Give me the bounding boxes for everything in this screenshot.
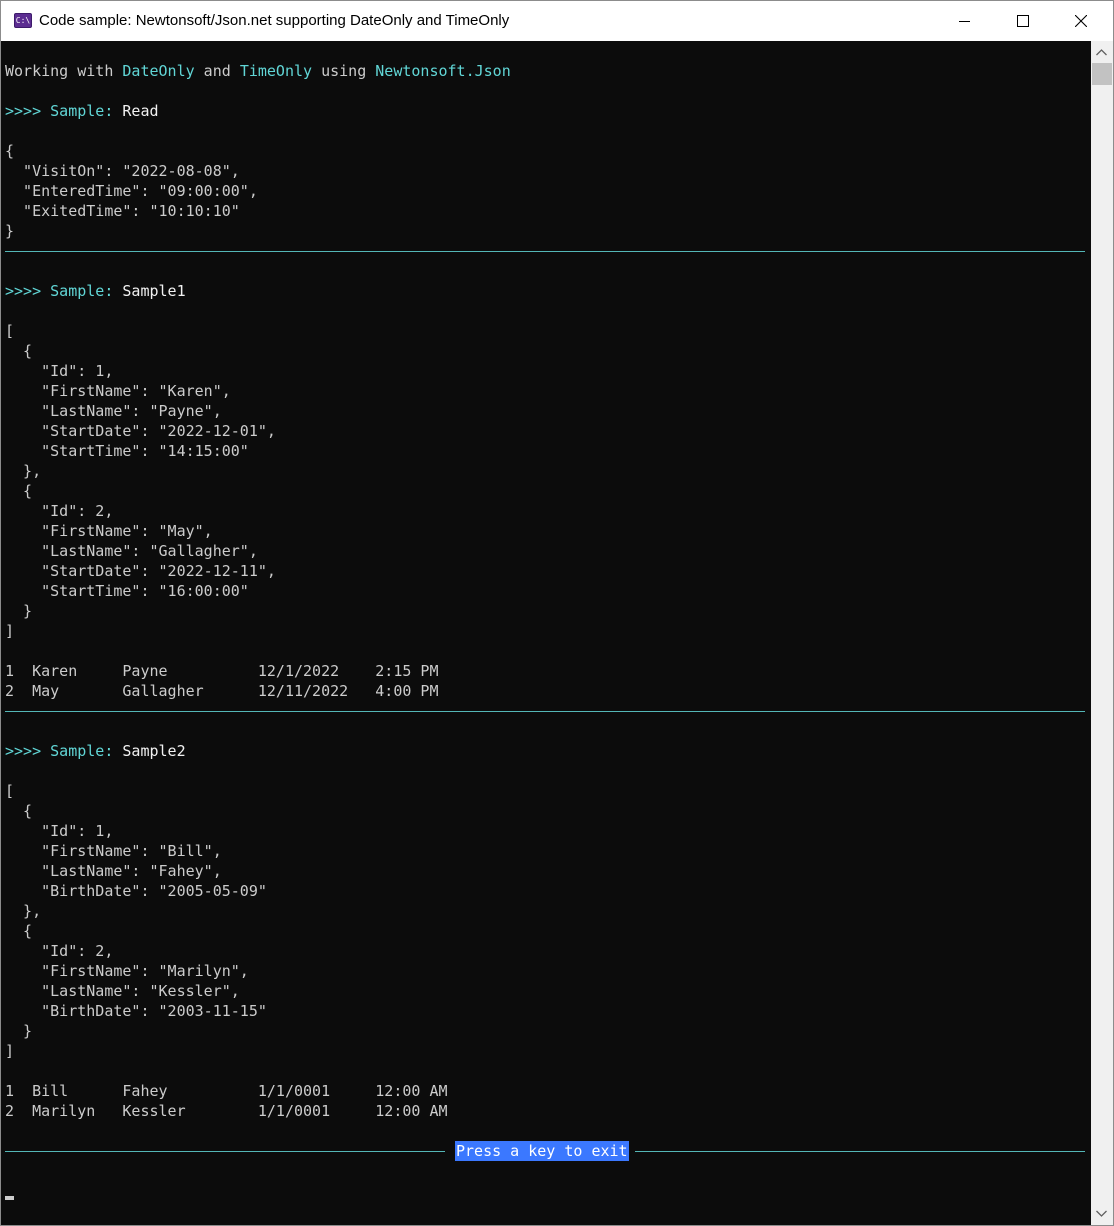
json-line: { [5,802,33,820]
header-text-and: and [194,62,240,80]
json-line: "StartTime": "14:15:00" [5,442,249,460]
sample-name: Sample2 [122,742,186,760]
maximize-icon [1017,15,1029,27]
minimize-button[interactable] [937,1,993,41]
json-line: } [5,222,15,240]
footer-divider-right [635,1151,1085,1152]
header-text: Working with [5,62,123,80]
table-row: 1 Karen Payne 12/1/2022 2:15 PM [5,662,439,680]
json-line: "FirstName": "Marilyn", [5,962,249,980]
scroll-up-icon[interactable] [1096,49,1107,56]
sample-heading-sample2: >>>> Sample: Sample2 [5,741,186,761]
json-line: "StartDate": "2022-12-01", [5,422,276,440]
minimize-icon [959,21,970,22]
sample-heading-read: >>>> Sample: Read [5,101,159,121]
json-line: { [5,922,33,940]
close-icon [1075,15,1087,27]
json-line: "Id": 1, [5,822,114,840]
maximize-button[interactable] [995,1,1051,41]
json-line: "LastName": "Payne", [5,402,222,420]
window-title: Code sample: Newtonsoft/Json.net support… [39,12,510,29]
json-line: } [5,1022,33,1040]
press-key-prompt: Press a key to exit [455,1141,629,1161]
json-line: "BirthDate": "2005-05-09" [5,882,267,900]
table-row: 2 May Gallagher 12/11/2022 4:00 PM [5,682,439,700]
dateonly-text: DateOnly [122,62,195,80]
json-line: "LastName": "Fahey", [5,862,222,880]
section-divider [5,251,1085,252]
json-line: "LastName": "Gallagher", [5,542,258,560]
json-line: { [5,482,33,500]
timeonly-text: TimeOnly [239,62,313,80]
prompt-marker: >>>> Sample: [5,742,123,760]
console-output[interactable]: Working with DateOnly and TimeOnly using… [1,41,1091,1225]
prompt-marker: >>>> Sample: [5,282,123,300]
json-line: ] [5,1042,15,1060]
json-line: [ [5,782,15,800]
scroll-down-icon[interactable] [1096,1210,1107,1217]
json-line: "Id": 2, [5,942,114,960]
close-button[interactable] [1053,1,1109,41]
json-line: }, [5,902,42,920]
json-line: "FirstName": "Karen", [5,382,231,400]
console-app-icon: C:\ [14,13,32,28]
json-line: "ExitedTime": "10:10:10" [5,202,240,220]
console-window: C:\ Code sample: Newtonsoft/Json.net sup… [0,0,1114,1226]
header-line: Working with DateOnly and TimeOnly using… [5,61,511,81]
prompt-marker: >>>> Sample: [5,102,123,120]
table-row: 2 Marilyn Kessler 1/1/0001 12:00 AM [5,1102,448,1120]
json-line: ] [5,622,15,640]
json-line: "Id": 1, [5,362,114,380]
json-line: }, [5,462,42,480]
json-line: "StartTime": "16:00:00" [5,582,249,600]
footer-divider-left [5,1151,445,1152]
vertical-scrollbar[interactable] [1091,41,1113,1225]
text-cursor [5,1196,14,1200]
json-line: } [5,602,33,620]
json-line: "StartDate": "2022-12-11", [5,562,276,580]
table-row: 1 Bill Fahey 1/1/0001 12:00 AM [5,1082,448,1100]
json-line: { [5,342,33,360]
header-text-using: using [312,62,376,80]
section-divider [5,711,1085,712]
library-text: Newtonsoft.Json [375,62,511,80]
json-line: "FirstName": "May", [5,522,213,540]
json-line: [ [5,322,15,340]
json-line: "Id": 2, [5,502,114,520]
json-line: "FirstName": "Bill", [5,842,222,860]
json-line: "EnteredTime": "09:00:00", [5,182,258,200]
json-line: "BirthDate": "2003-11-15" [5,1002,267,1020]
json-line: "VisitOn": "2022-08-08", [5,162,240,180]
scrollbar-thumb[interactable] [1092,63,1112,85]
sample-name: Sample1 [122,282,186,300]
sample-name: Read [122,102,159,120]
json-line: "LastName": "Kessler", [5,982,240,1000]
sample-heading-sample1: >>>> Sample: Sample1 [5,281,186,301]
title-bar[interactable]: C:\ Code sample: Newtonsoft/Json.net sup… [1,1,1113,41]
json-line: { [5,142,15,160]
